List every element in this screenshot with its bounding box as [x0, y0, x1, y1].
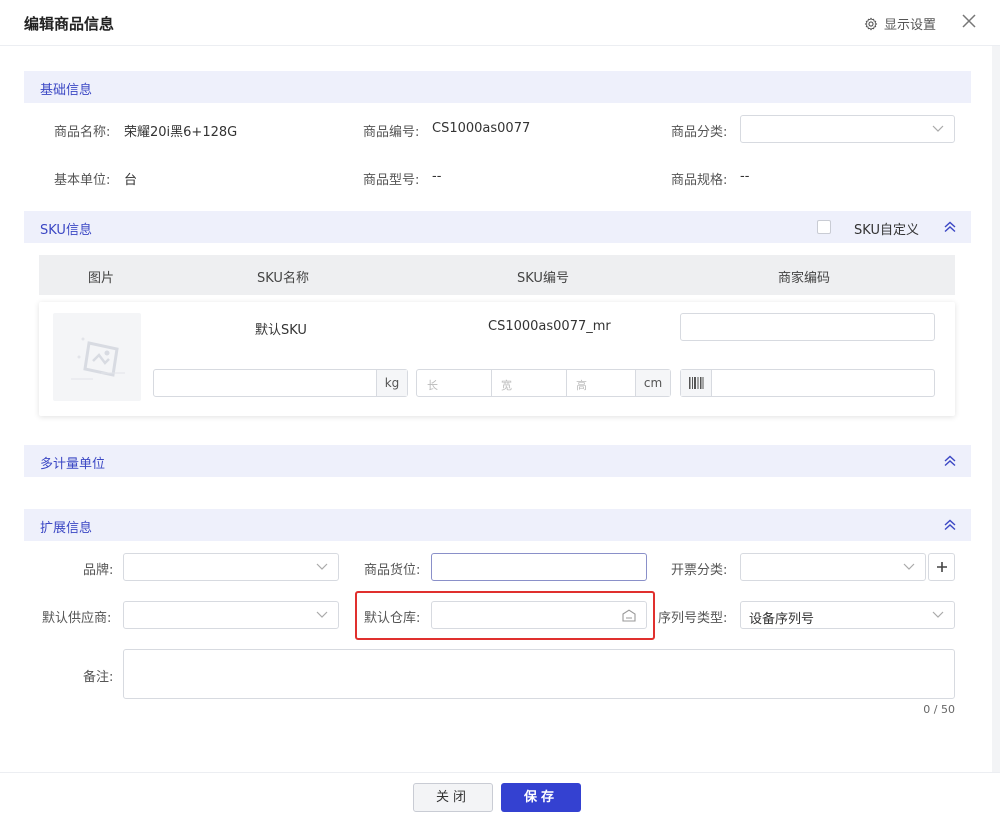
remark-label: 备注: [83, 670, 114, 685]
sku-table-header: 图片 SKU名称 SKU编号 商家编码 [39, 255, 955, 295]
product-location-input[interactable] [431, 553, 647, 581]
weight-input[interactable]: kg [153, 369, 408, 397]
sku-code: CS1000as0077_mr [488, 319, 611, 334]
default-warehouse-label: 默认仓库: [364, 611, 421, 626]
remark-char-counter: 0 / 50 [923, 703, 955, 716]
dimension-unit-addon: cm [635, 370, 670, 396]
weight-unit-addon: kg [376, 370, 407, 396]
product-code-label: 商品编号: [363, 125, 420, 140]
brand-select[interactable] [123, 553, 339, 581]
default-warehouse-input[interactable] [431, 601, 647, 629]
column-header-sku-name: SKU名称 [257, 271, 309, 286]
image-placeholder-icon [71, 337, 125, 380]
chevron-down-icon [316, 563, 328, 570]
product-category-label: 商品分类: [671, 125, 728, 140]
length-placeholder: 长 [427, 379, 438, 392]
invoice-category-label: 开票分类: [671, 563, 728, 578]
product-name-label: 商品名称: [54, 125, 111, 140]
modal-title: 编辑商品信息 [24, 15, 115, 33]
basic-info-section-header: 基础信息 [24, 71, 971, 103]
default-supplier-label: 默认供应商: [42, 611, 112, 626]
barcode-input[interactable] [680, 369, 935, 397]
modal-footer: 关闭 保存 [0, 772, 1000, 824]
sku-name: 默认SKU [255, 323, 307, 338]
product-category-select[interactable] [740, 115, 955, 143]
double-chevron-up-icon[interactable] [943, 220, 957, 234]
display-settings-button[interactable]: 显示设置 [864, 14, 936, 33]
sku-image-upload[interactable] [53, 313, 141, 401]
close-icon[interactable] [960, 12, 978, 30]
product-name-value: 荣耀20i黑6+128G [124, 125, 238, 140]
serial-type-value: 设备序列号 [749, 612, 815, 627]
scrollbar[interactable] [992, 46, 1000, 772]
base-unit-value: 台 [124, 173, 138, 188]
brand-label: 品牌: [83, 563, 114, 578]
dimension-divider [491, 370, 492, 396]
base-unit-label: 基本单位: [54, 173, 111, 188]
gear-icon [864, 17, 878, 30]
chevron-down-icon [903, 563, 915, 570]
display-settings-label: 显示设置 [883, 18, 936, 33]
product-model-value: -- [432, 169, 442, 184]
invoice-category-select[interactable] [740, 553, 926, 581]
chevron-down-icon [932, 125, 944, 132]
column-header-merchant-code: 商家编码 [778, 271, 831, 286]
multi-unit-section-header: 多计量单位 [24, 445, 971, 477]
basic-info-title: 基础信息 [40, 83, 93, 98]
sku-info-title: SKU信息 [40, 223, 92, 238]
add-invoice-category-button[interactable] [928, 553, 955, 581]
extended-info-section-header: 扩展信息 [24, 509, 971, 541]
default-supplier-select[interactable] [123, 601, 339, 629]
barcode-addon[interactable] [681, 370, 712, 396]
column-header-image: 图片 [88, 271, 115, 286]
double-chevron-up-icon[interactable] [943, 454, 957, 468]
double-chevron-up-icon[interactable] [943, 518, 957, 532]
sku-custom-checkbox[interactable] [817, 220, 831, 234]
multi-unit-title: 多计量单位 [40, 457, 106, 472]
serial-type-label: 序列号类型: [658, 611, 728, 626]
product-code-value: CS1000as0077 [432, 121, 531, 136]
sku-info-section-header: SKU信息 SKU自定义 [24, 211, 971, 243]
sku-custom-label: SKU自定义 [854, 223, 919, 238]
chevron-down-icon [316, 611, 328, 618]
plus-icon [937, 562, 947, 572]
dimension-divider [566, 370, 567, 396]
product-location-label: 商品货位: [364, 563, 421, 578]
column-header-sku-code: SKU编号 [517, 271, 569, 286]
save-button[interactable]: 保存 [501, 783, 581, 812]
product-spec-value: -- [740, 169, 750, 184]
close-button[interactable]: 关闭 [413, 783, 493, 812]
barcode-icon [689, 377, 704, 389]
edit-product-modal: 编辑商品信息 显示设置 基础信息 商品名称: 荣耀20i黑6+128G 商品编号… [0, 0, 1000, 824]
dimensions-input-group[interactable]: 长 宽 高 cm [416, 369, 671, 397]
remark-textarea[interactable] [123, 649, 955, 699]
product-spec-label: 商品规格: [671, 173, 728, 188]
width-placeholder: 宽 [501, 379, 512, 392]
chevron-down-icon [932, 611, 944, 618]
sku-row-card: 默认SKU CS1000as0077_mr kg 长 宽 高 cm [39, 302, 955, 416]
product-model-label: 商品型号: [363, 173, 420, 188]
merchant-code-input[interactable] [680, 313, 935, 341]
serial-type-select[interactable]: 设备序列号 [740, 601, 955, 629]
modal-header: 编辑商品信息 显示设置 [0, 0, 1000, 46]
warehouse-icon [622, 609, 636, 622]
height-placeholder: 高 [576, 379, 587, 392]
extended-info-title: 扩展信息 [40, 521, 93, 536]
